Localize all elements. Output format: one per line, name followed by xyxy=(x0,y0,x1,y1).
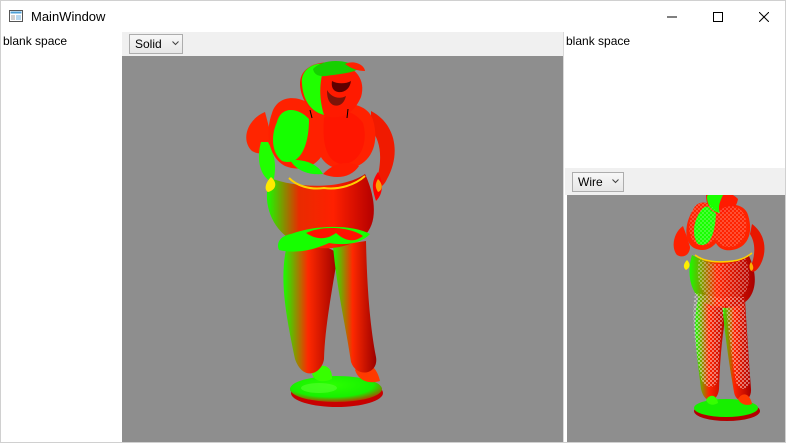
secondary-render-mode-value: Wire xyxy=(578,175,603,189)
chevron-down-icon xyxy=(172,41,179,46)
main-render-mode-value: Solid xyxy=(135,37,162,51)
close-icon xyxy=(759,11,769,22)
secondary-3d-viewport[interactable] xyxy=(567,195,785,442)
title-bar[interactable]: MainWindow xyxy=(1,1,785,32)
chevron-down-icon xyxy=(612,179,619,184)
left-blank-label: blank space xyxy=(3,34,68,48)
main-3d-viewport[interactable] xyxy=(122,56,563,442)
main-render-mode-dropdown[interactable]: Solid xyxy=(129,34,183,54)
main-view-toolbar: Solid xyxy=(122,32,563,56)
secondary-render-mode-dropdown[interactable]: Wire xyxy=(572,172,624,192)
minimize-icon xyxy=(667,16,677,17)
maximize-icon xyxy=(713,11,723,22)
maximize-button[interactable] xyxy=(695,1,741,32)
close-button[interactable] xyxy=(741,1,785,32)
window-icon xyxy=(9,10,23,22)
right-blank-label: blank space xyxy=(566,34,631,48)
window-title: MainWindow xyxy=(31,9,106,24)
minimize-button[interactable] xyxy=(649,1,695,32)
secondary-view-toolbar: Wire xyxy=(565,168,785,195)
solid-statue-render xyxy=(246,60,395,407)
wire-statue-render xyxy=(673,195,765,421)
main-window: MainWindow blank space Solid blank space… xyxy=(0,0,786,443)
left-blank-pane: blank space xyxy=(1,32,122,442)
